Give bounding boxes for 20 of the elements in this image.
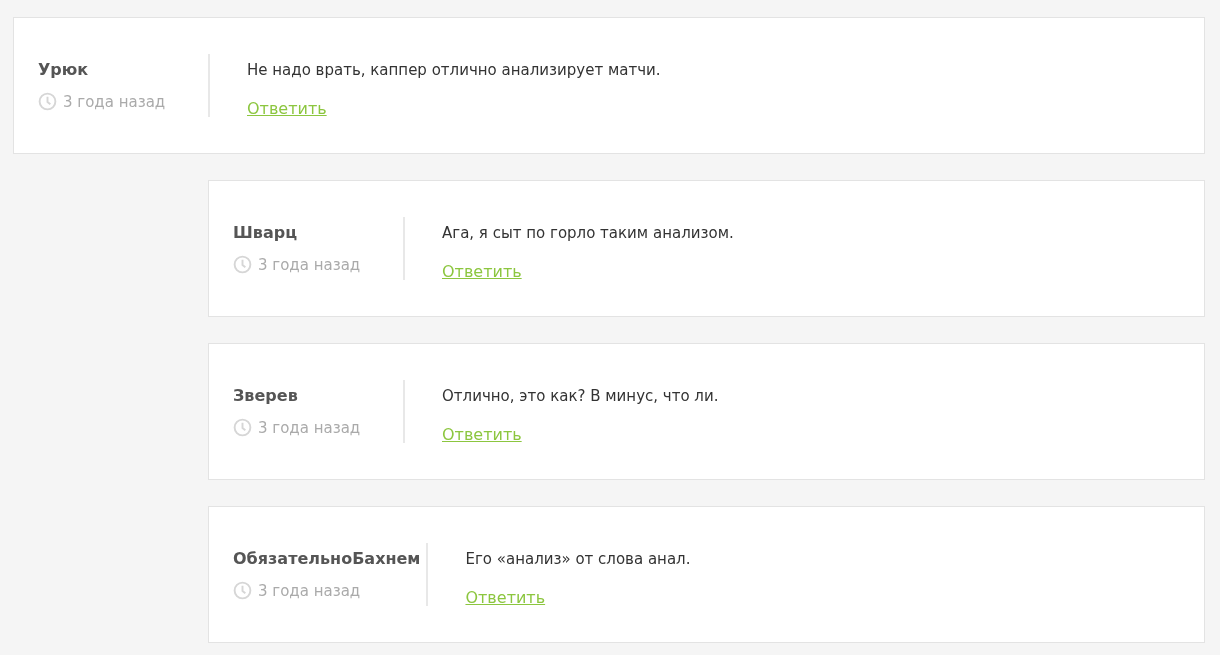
reply-link[interactable]: Ответить: [247, 99, 327, 118]
clock-icon: [38, 92, 57, 111]
comment-text: Отлично, это как? В минус, что ли.: [442, 387, 719, 405]
comment-text: Не надо врать, каппер отлично анализирует матчи.: [247, 61, 661, 79]
reply-link[interactable]: Ответить: [442, 425, 522, 444]
author-name: Шварц: [233, 223, 298, 242]
clock-icon: [233, 581, 252, 600]
reply-link[interactable]: Ответить: [442, 262, 522, 281]
author-name: Зверев: [233, 386, 299, 405]
timestamp: 3 года назад: [63, 92, 166, 111]
reply-link[interactable]: Ответить: [465, 588, 546, 607]
clock-icon: [233, 418, 252, 437]
comment-text: Ага, я сыт по горло таким анализом.: [442, 224, 734, 242]
comment-text: Его «анализ» от слова анал.: [465, 550, 691, 568]
clock-icon: [233, 255, 252, 274]
timestamp: 3 года назад: [258, 418, 361, 437]
timestamp: 3 года назад: [258, 255, 361, 274]
timestamp: 3 года назад: [258, 581, 361, 600]
author-name: Урюк: [38, 60, 90, 79]
author-name: ОбязательноБахнем: [233, 549, 422, 568]
